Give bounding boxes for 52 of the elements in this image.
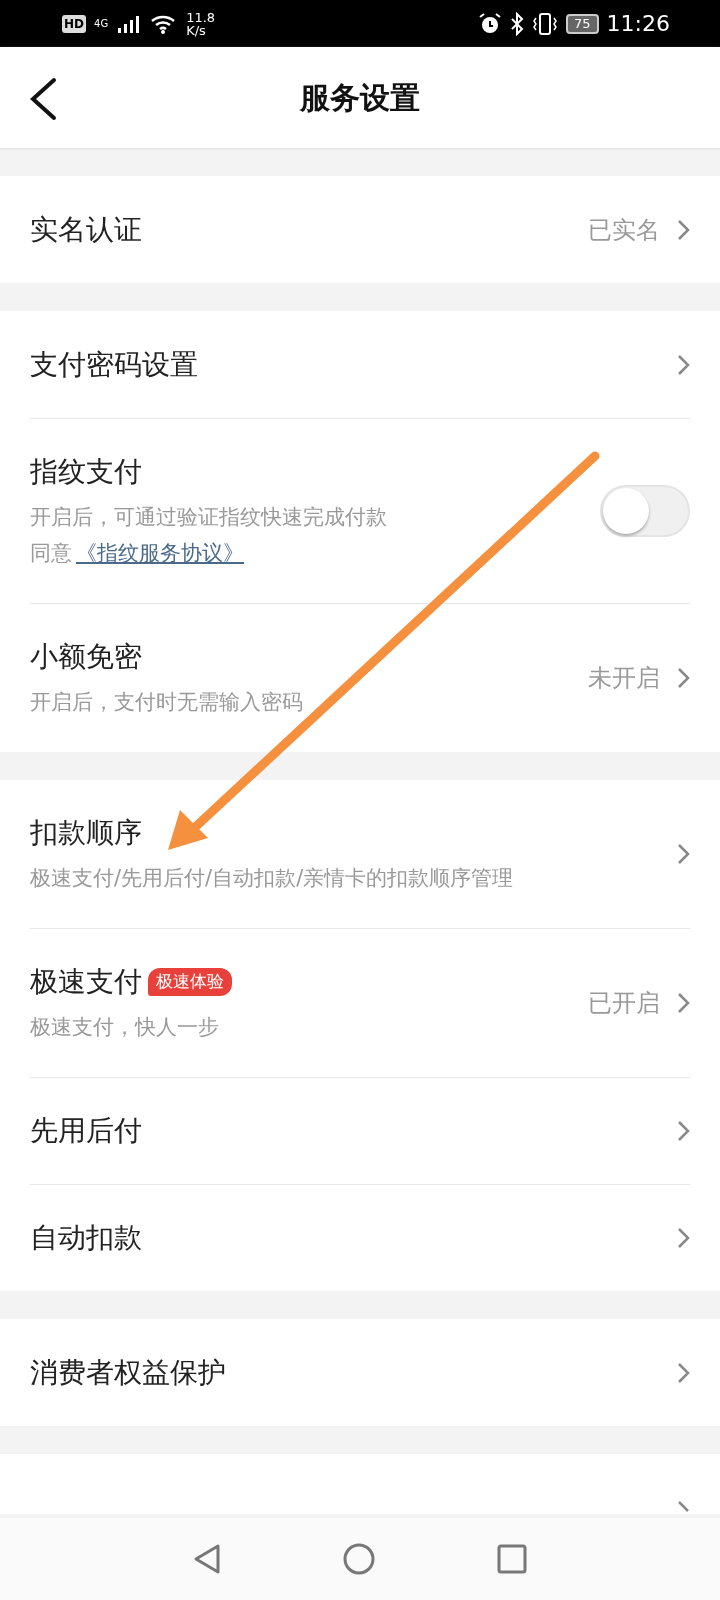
settings-row[interactable]: 实名认证 已实名 [0,176,720,283]
promo-tag: 极速体验 [148,968,232,996]
row-description: 极速支付，快人一步 [30,1014,220,1041]
settings-row[interactable]: 支付密码设置 [0,311,720,418]
row-description: 开启后，可通过验证指纹快速完成付款 [30,504,388,531]
settings-row[interactable]: 指纹支付 开启后，可通过验证指纹快速完成付款 同意 《指纹服务协议》 [0,418,720,603]
toggle-switch[interactable] [600,485,690,537]
chevron-icon[interactable] [676,667,690,689]
settings-row[interactable]: 扣款顺序 极速支付/先用后付/自动扣款/亲情卡的扣款顺序管理 [0,780,720,928]
row-title: 消费者权益保护 [30,1354,226,1391]
row-title: 实名认证 [30,211,142,248]
vibrate-icon [532,11,559,36]
agree-label: 同意 [30,540,72,567]
chevron-icon[interactable] [676,992,690,1014]
agreement-link[interactable]: 《指纹服务协议》 [76,536,244,570]
row-title: 扣款顺序 [30,815,142,851]
network-label: 4G [94,17,109,31]
row-title: 支付密码设置 [30,346,198,383]
row-value: 已开启 [588,988,660,1019]
row-title: 小额免密 [30,639,142,675]
row-title: 指纹支付 [30,454,142,490]
settings-row[interactable]: 极速支付 极速体验 极速支付，快人一步 已开启 [0,928,720,1077]
chevron-icon[interactable] [676,1361,690,1384]
speed-value: 11.8 [186,10,216,24]
hd-badge: HD [62,14,86,33]
alarm-icon [478,11,503,36]
settings-row[interactable]: 自动扣款 [0,1184,720,1291]
row-title: 极速支付 [30,964,142,1000]
back-nav-icon[interactable] [192,1543,222,1575]
chevron-icon[interactable] [676,353,690,376]
home-nav-icon[interactable] [342,1542,376,1576]
bluetooth-icon [510,11,525,36]
battery-indicator: 75 [566,13,599,34]
recents-nav-icon[interactable] [496,1543,528,1575]
back-icon[interactable] [28,77,58,121]
row-title: 自动扣款 [30,1220,142,1256]
page-title: 服务设置 [300,79,420,117]
chevron-icon[interactable] [676,1227,690,1249]
row-value: 已实名 [588,214,660,246]
speed-unit: K/s [186,23,207,37]
chevron-icon[interactable] [676,218,690,241]
chevron-icon[interactable] [676,1500,690,1514]
row-description: 极速支付/先用后付/自动扣款/亲情卡的扣款顺序管理 [30,865,515,892]
clock-time: 11:26 [606,10,670,38]
settings-row[interactable]: 先用后付 [0,1077,720,1184]
row-description: 开启后，支付时无需输入密码 [30,689,304,716]
chevron-icon[interactable] [676,1120,690,1142]
row-title: 先用后付 [30,1113,142,1149]
settings-row[interactable]: 小额免密 开启后，支付时无需输入密码 未开启 [0,603,720,752]
row-value: 未开启 [588,663,660,694]
settings-row[interactable]: 消费者权益保护 [0,1319,720,1426]
chevron-icon[interactable] [676,843,690,865]
